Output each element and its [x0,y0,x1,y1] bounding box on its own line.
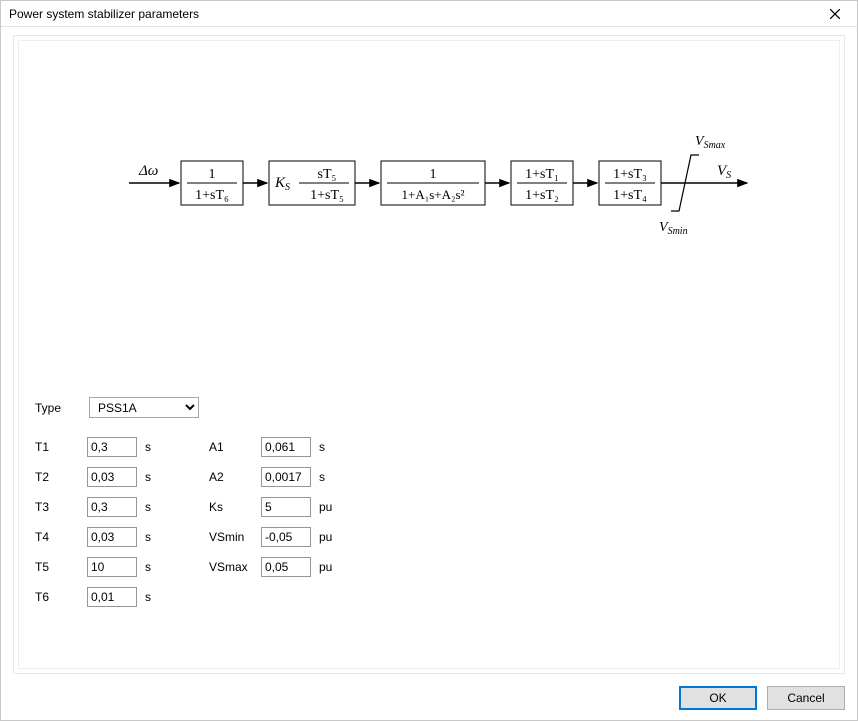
input-t1[interactable] [87,437,137,457]
field-t4: T4 s [35,526,169,548]
block3-num: 1 [430,167,437,182]
block1-den: 1+sT₆ [195,188,229,203]
type-select[interactable]: PSS1A [89,397,199,418]
block5-num: 1+sT₃ [613,167,647,182]
diagram-output: VS [717,163,731,181]
block4-num: 1+sT₁ [525,167,559,182]
unit-vsmax: pu [319,560,343,574]
input-a1[interactable] [261,437,311,457]
label-t5: T5 [35,560,87,574]
unit-a2: s [319,470,343,484]
block5-den: 1+sT₄ [613,188,647,203]
unit-vsmin: pu [319,530,343,544]
input-t3[interactable] [87,497,137,517]
label-vsmin: VSmin [209,530,261,544]
dialog-button-bar: OK Cancel [679,686,845,710]
field-t3: T3 s [35,496,169,518]
unit-a1: s [319,440,343,454]
input-ks[interactable] [261,497,311,517]
field-ks: Ks pu [209,496,343,518]
close-icon [830,9,840,19]
cancel-button[interactable]: Cancel [767,686,845,710]
label-a1: A1 [209,440,261,454]
input-t6[interactable] [87,587,137,607]
input-vsmin[interactable] [261,527,311,547]
block-diagram: Δω 1 1+sT₆ KS sT₅ 1+sT₅ 1 1+A₁s+A₂s² [35,53,823,393]
params-column-right: A1 s A2 s Ks pu VSmin [209,436,343,616]
unit-t6: s [145,590,169,604]
label-t6: T6 [35,590,87,604]
label-t2: T2 [35,470,87,484]
input-t5[interactable] [87,557,137,577]
limit-min: VSmin [659,220,688,237]
field-a1: A1 s [209,436,343,458]
label-t4: T4 [35,530,87,544]
unit-t5: s [145,560,169,574]
label-vsmax: VSmax [209,560,261,574]
input-t2[interactable] [87,467,137,487]
input-a2[interactable] [261,467,311,487]
label-a2: A2 [209,470,261,484]
window-title: Power system stabilizer parameters [9,7,815,21]
unit-t4: s [145,530,169,544]
label-ks: Ks [209,500,261,514]
block4-den: 1+sT₂ [525,188,559,203]
field-t2: T2 s [35,466,169,488]
block2-num: sT₅ [318,167,337,182]
params-column-left: T1 s T2 s T3 s T4 [35,436,169,616]
field-a2: A2 s [209,466,343,488]
field-t5: T5 s [35,556,169,578]
block2-ks: KS [274,175,290,193]
title-bar: Power system stabilizer parameters [1,1,857,27]
unit-t1: s [145,440,169,454]
limit-max: VSmax [695,134,726,151]
unit-t3: s [145,500,169,514]
label-t1: T1 [35,440,87,454]
unit-t2: s [145,470,169,484]
close-button[interactable] [815,2,855,26]
label-t3: T3 [35,500,87,514]
field-vsmax: VSmax pu [209,556,343,578]
block1-num: 1 [209,167,216,182]
unit-ks: pu [319,500,343,514]
inner-frame: Δω 1 1+sT₆ KS sT₅ 1+sT₅ 1 1+A₁s+A₂s² [18,40,840,669]
input-vsmax[interactable] [261,557,311,577]
input-t4[interactable] [87,527,137,547]
ok-button[interactable]: OK [679,686,757,710]
field-t6: T6 s [35,586,169,608]
field-t1: T1 s [35,436,169,458]
type-label: Type [35,401,89,415]
content-frame: Δω 1 1+sT₆ KS sT₅ 1+sT₅ 1 1+A₁s+A₂s² [13,35,845,674]
parameters-form: Type PSS1A T1 s T2 s [35,393,823,616]
block3-den: 1+A₁s+A₂s² [401,187,464,202]
field-vsmin: VSmin pu [209,526,343,548]
block2-den: 1+sT₅ [310,188,344,203]
diagram-input-label: Δω [138,163,158,179]
